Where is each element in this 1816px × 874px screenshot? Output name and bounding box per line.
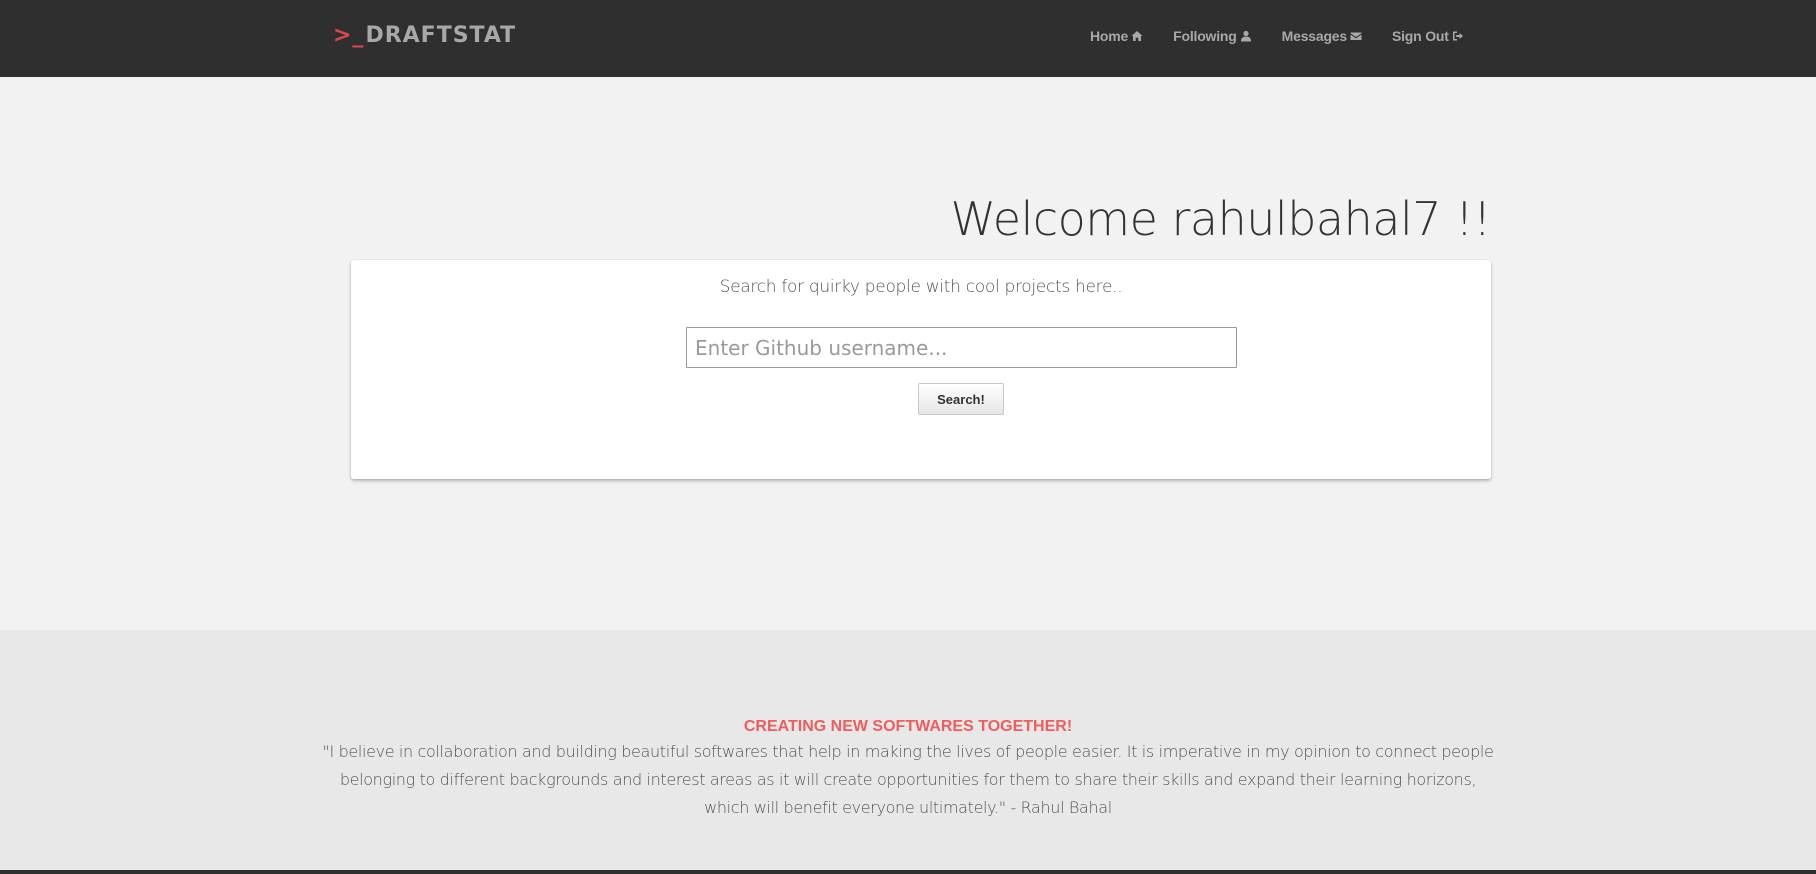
search-card: Search for quirky people with cool proje…: [351, 260, 1491, 479]
nav-item-label: Sign Out: [1391, 28, 1449, 44]
nav-item-following[interactable]: Following: [1173, 28, 1252, 44]
about-quote: "I believe in collaboration and building…: [322, 742, 1494, 817]
home-icon: [1131, 31, 1143, 41]
nav-item-label: Home: [1090, 28, 1129, 44]
nav-item-label: Messages: [1281, 28, 1348, 44]
envelope-icon: [1350, 32, 1362, 40]
github-username-input[interactable]: [686, 327, 1237, 368]
user-icon: [1240, 30, 1251, 42]
nav-menu: Home Following Messages Sign Out: [1090, 24, 1494, 48]
brand-name: DRAFTSTAT: [365, 22, 517, 48]
brand-logo-link[interactable]: >_ DRAFTSTAT: [333, 20, 516, 50]
sign-out-icon: [1452, 31, 1463, 41]
about-title: CREATING NEW SOFTWARES TOGETHER!: [743, 718, 1073, 735]
search-subtitle: Search for quirky people with cool proje…: [719, 277, 1123, 297]
nav-item-label: Following: [1173, 28, 1237, 44]
terminal-prompt-icon: >_: [333, 22, 365, 48]
nav-item-home[interactable]: Home: [1090, 28, 1143, 44]
footer-bar: [0, 870, 1816, 874]
nav-item-messages[interactable]: Messages: [1282, 28, 1362, 44]
about-section: CREATING NEW SOFTWARES TOGETHER! "I beli…: [0, 630, 1816, 870]
nav-item-sign-out[interactable]: Sign Out: [1392, 28, 1464, 44]
search-button[interactable]: Search!: [918, 383, 1004, 415]
top-navbar: >_ DRAFTSTAT Home Following Messages Sig…: [0, 0, 1816, 77]
welcome-heading: Welcome rahulbahal7 !!: [950, 192, 1491, 246]
